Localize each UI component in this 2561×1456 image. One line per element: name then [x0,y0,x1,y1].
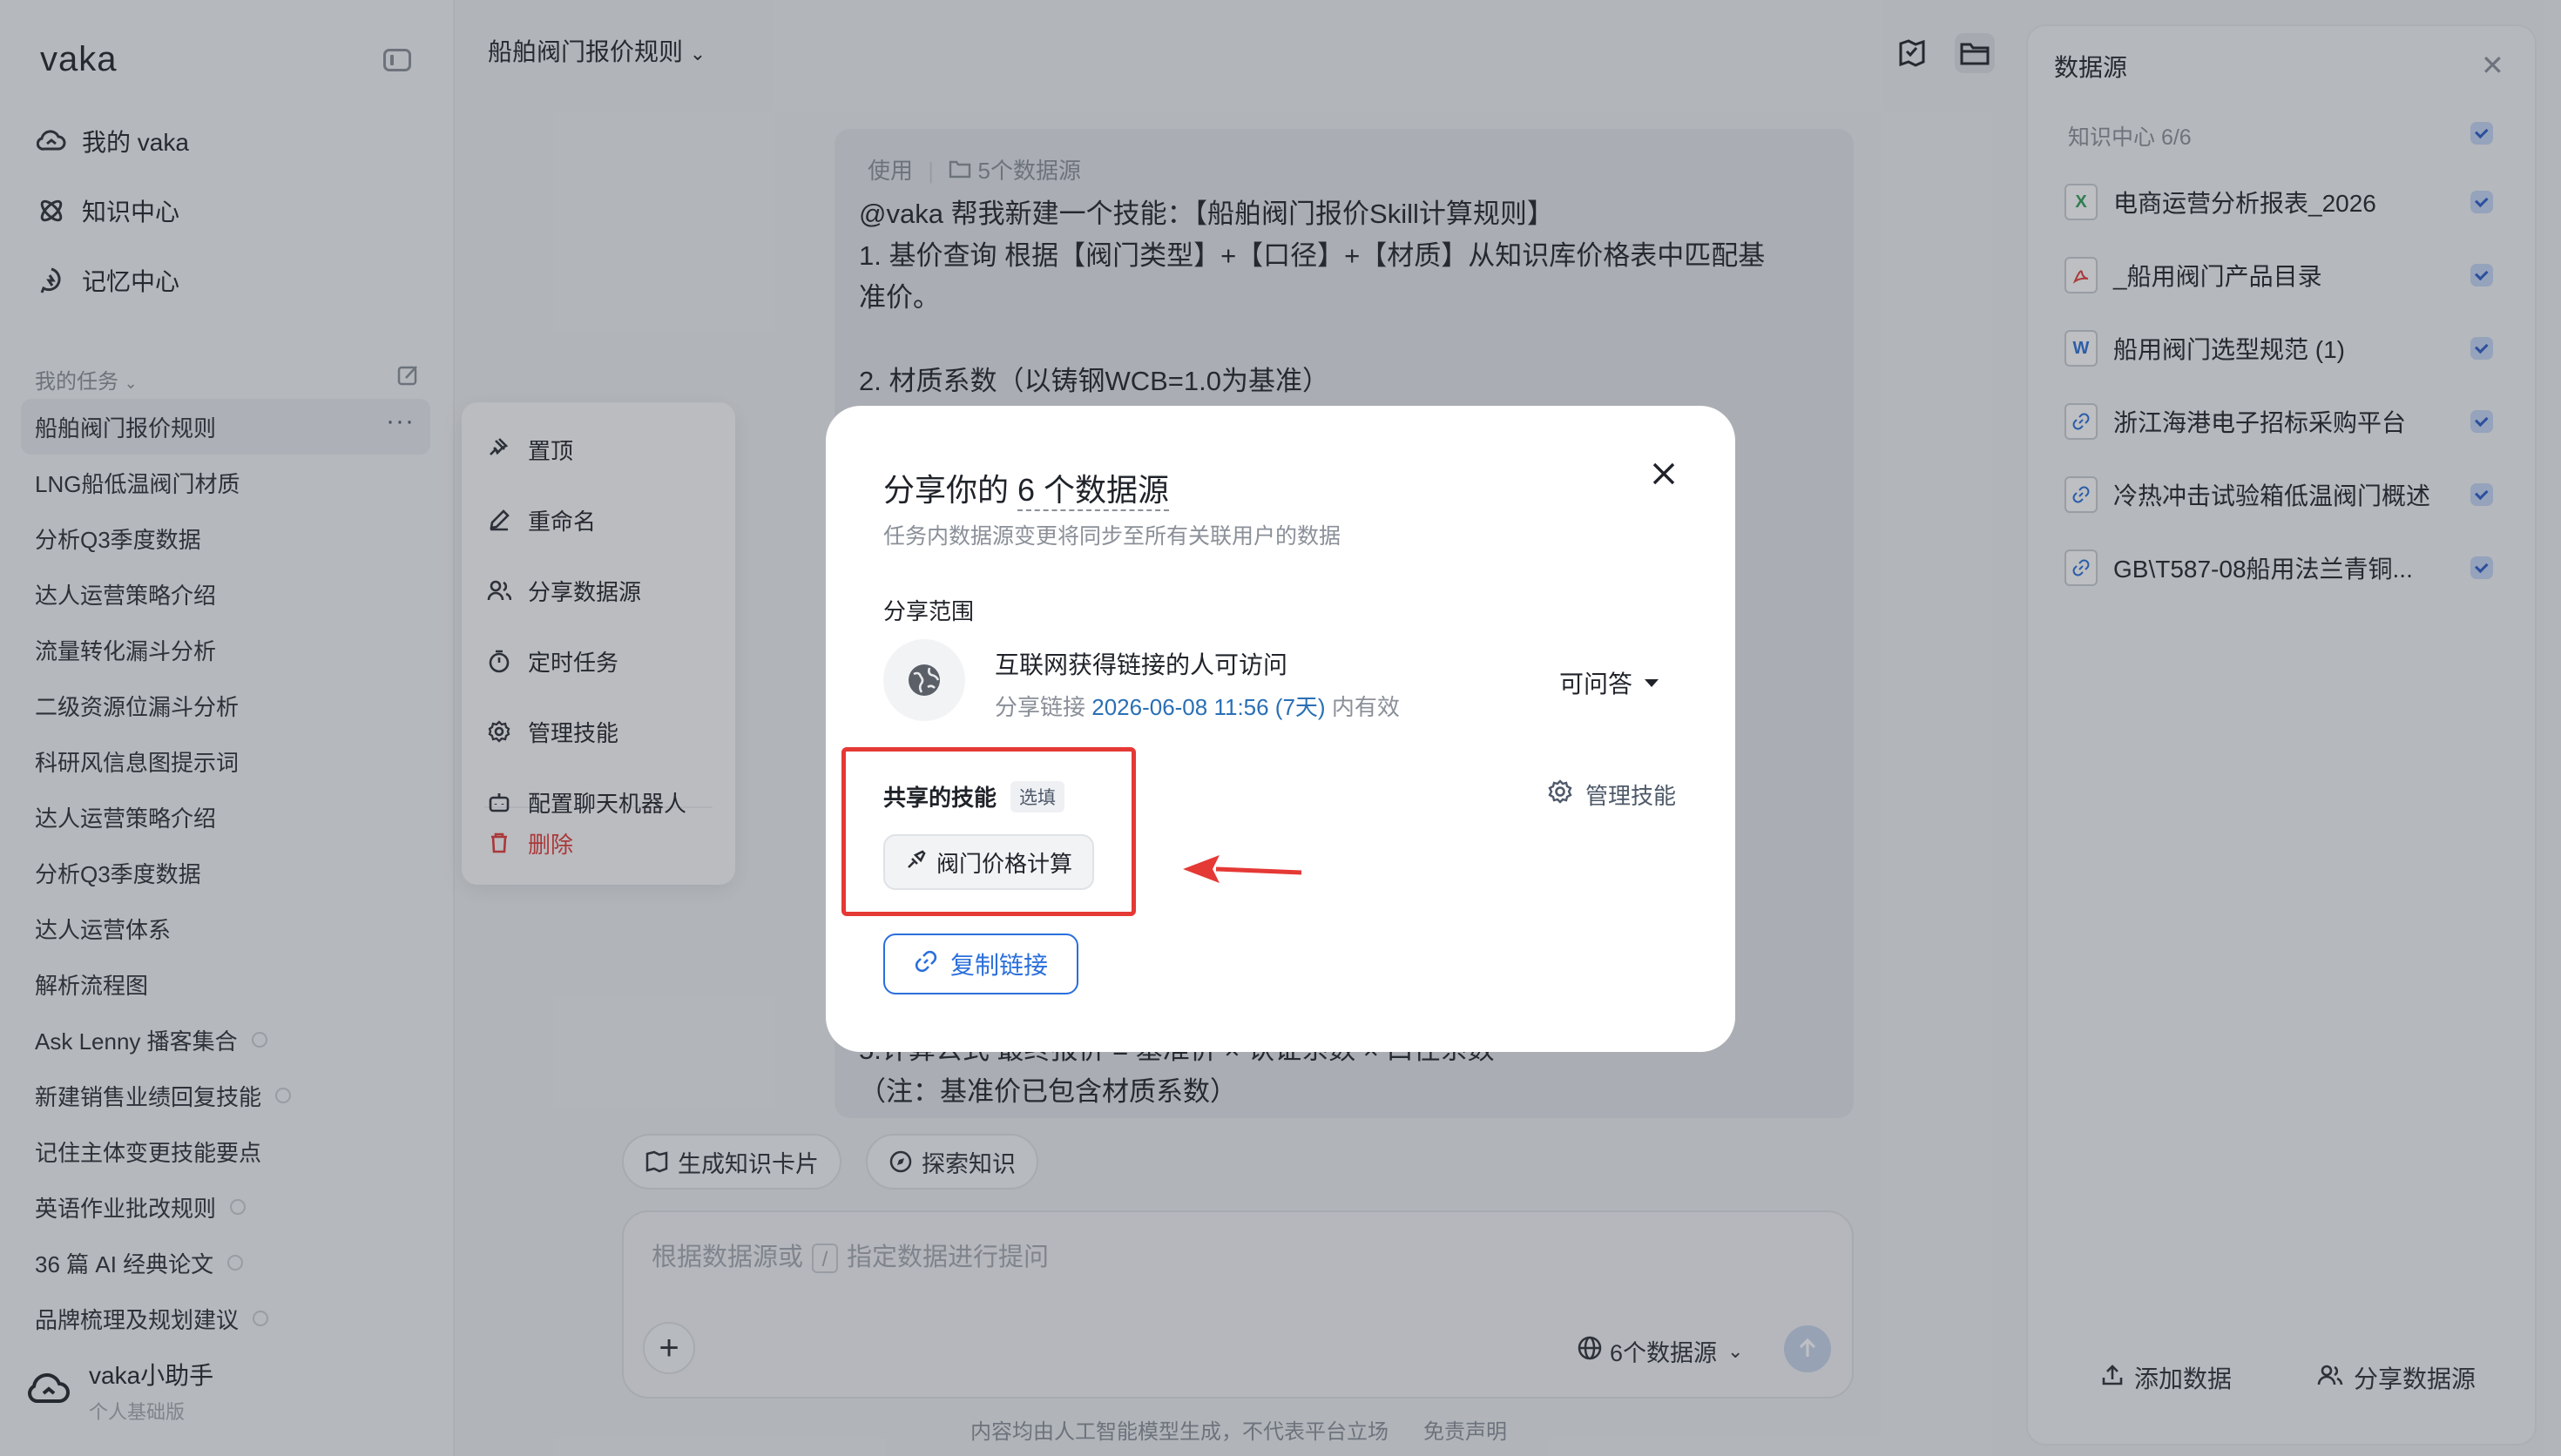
link-expiry: 分享链接 2026-06-08 11:56 (7天) 内有效 [995,694,1400,720]
dialog-title: 分享你的 6 个数据源 [883,465,1170,511]
gear-icon [1547,779,1573,811]
dialog-subtitle: 任务内数据源变更将同步至所有关联用户的数据 [883,524,1341,549]
share-scope-label: 分享范围 [883,598,975,624]
highlight-arrow-icon [1181,852,1303,891]
access-scope: 互联网获得链接的人可访问 [995,651,1288,678]
globe-icon [883,639,965,721]
link-icon [914,949,938,980]
copy-link-button[interactable]: 复制链接 [883,934,1078,994]
highlight-box [841,747,1136,916]
dialog-close-icon[interactable] [1646,456,1681,491]
permission-dropdown[interactable]: 可问答 [1559,665,1659,700]
manage-skills-button[interactable]: 管理技能 [1547,779,1676,811]
